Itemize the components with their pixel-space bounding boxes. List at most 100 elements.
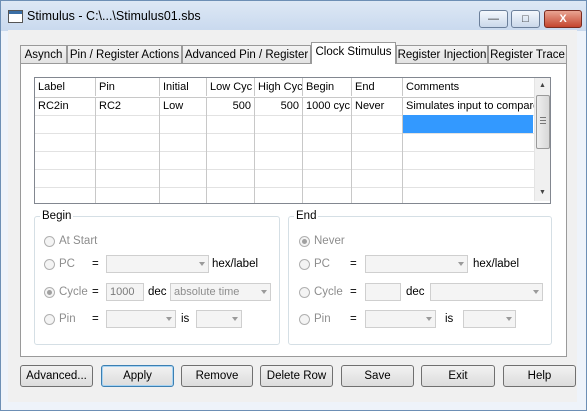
tab-asynch[interactable]: Asynch — [20, 45, 67, 64]
table-row[interactable] — [35, 187, 535, 203]
selected-cell[interactable] — [403, 115, 533, 133]
cell-empty[interactable] — [403, 187, 535, 203]
cell-empty[interactable] — [403, 169, 535, 187]
cell-empty[interactable] — [96, 151, 160, 169]
scroll-thumb[interactable] — [536, 95, 550, 149]
cell-empty[interactable] — [303, 115, 352, 133]
table-row[interactable]: RC2in RC2 Low 500 500 1000 cyc Never Sim… — [35, 97, 535, 116]
cell-empty[interactable] — [303, 187, 352, 203]
cell-empty[interactable] — [255, 169, 303, 187]
grid-header-low-cyc[interactable]: Low Cyc — [207, 78, 255, 96]
end-pin-radio[interactable] — [299, 314, 310, 325]
cell-empty[interactable] — [303, 169, 352, 187]
cell-empty[interactable] — [160, 133, 207, 151]
cell-empty[interactable] — [255, 133, 303, 151]
cell-empty[interactable] — [255, 151, 303, 169]
close-button[interactable]: X — [544, 10, 582, 28]
maximize-button[interactable]: □ — [511, 10, 540, 28]
tab-register-injection[interactable]: Register Injection — [396, 45, 488, 64]
cell-low-cyc[interactable]: 500 — [207, 97, 255, 115]
table-row[interactable] — [35, 151, 535, 170]
cell-empty[interactable] — [207, 115, 255, 133]
cell-empty[interactable] — [403, 133, 535, 151]
apply-button[interactable]: Apply — [101, 365, 174, 387]
cell-initial[interactable]: Low — [160, 97, 207, 115]
begin-time-mode-combo[interactable]: absolute time — [170, 283, 271, 301]
cell-comments[interactable]: Simulates input to compare — [403, 97, 535, 115]
clock-stimulus-grid[interactable]: Label Pin Initial Low Cyc High Cyc Begin… — [34, 77, 551, 204]
cell-empty[interactable] — [160, 115, 207, 133]
end-cycle-radio[interactable] — [299, 287, 310, 298]
grid-header-begin[interactable]: Begin — [303, 78, 352, 96]
cell-empty[interactable] — [160, 187, 207, 203]
grid-vertical-scrollbar[interactable]: ▲ ▼ — [534, 78, 550, 201]
scroll-up-arrow-icon[interactable]: ▲ — [535, 78, 550, 94]
cell-empty[interactable] — [35, 133, 96, 151]
cell-empty[interactable] — [35, 187, 96, 203]
begin-pin-combo[interactable] — [106, 310, 176, 328]
cell-empty[interactable] — [160, 169, 207, 187]
cell-empty[interactable] — [96, 133, 160, 151]
cell-empty[interactable] — [96, 187, 160, 203]
tab-register-trace[interactable]: Register Trace — [488, 45, 567, 64]
cell-pin[interactable]: RC2 — [96, 97, 160, 115]
table-row[interactable] — [35, 115, 535, 134]
tab-clock-stimulus[interactable]: Clock Stimulus — [311, 42, 396, 64]
end-never-radio[interactable] — [299, 236, 310, 247]
cell-empty[interactable] — [207, 151, 255, 169]
grid-header-initial[interactable]: Initial — [160, 78, 207, 96]
cell-empty[interactable] — [352, 151, 403, 169]
cell-empty[interactable] — [35, 169, 96, 187]
cell-empty[interactable] — [207, 187, 255, 203]
end-pc-combo[interactable] — [365, 255, 468, 273]
advanced-button[interactable]: Advanced... — [20, 365, 93, 387]
cell-empty[interactable] — [35, 151, 96, 169]
cell-empty[interactable] — [352, 169, 403, 187]
begin-cycle-input[interactable]: 1000 — [106, 283, 144, 301]
end-time-mode-combo[interactable] — [430, 283, 543, 301]
remove-button[interactable]: Remove — [181, 365, 253, 387]
cell-empty[interactable] — [96, 115, 160, 133]
cell-end[interactable]: Never — [352, 97, 403, 115]
grid-header-high-cyc[interactable]: High Cyc — [255, 78, 303, 96]
grid-header-comments[interactable]: Comments — [403, 78, 535, 96]
tab-pin-register-actions[interactable]: Pin / Register Actions — [67, 45, 182, 64]
cell-high-cyc[interactable]: 500 — [255, 97, 303, 115]
grid-header-label[interactable]: Label — [35, 78, 96, 96]
cell-empty[interactable] — [96, 169, 160, 187]
cell-empty[interactable] — [403, 151, 535, 169]
scroll-down-arrow-icon[interactable]: ▼ — [535, 185, 550, 201]
end-pin-state-combo[interactable] — [463, 310, 516, 328]
help-button[interactable]: Help — [503, 365, 576, 387]
tab-advanced-pin-register[interactable]: Advanced Pin / Register — [182, 45, 311, 64]
cell-begin[interactable]: 1000 cyc — [303, 97, 352, 115]
cell-label[interactable]: RC2in — [35, 97, 96, 115]
cell-empty[interactable] — [352, 187, 403, 203]
exit-button[interactable]: Exit — [421, 365, 495, 387]
cell-empty[interactable] — [303, 151, 352, 169]
begin-pc-radio[interactable] — [44, 259, 55, 270]
cell-empty[interactable] — [255, 187, 303, 203]
cell-empty[interactable] — [207, 133, 255, 151]
table-row[interactable] — [35, 169, 535, 188]
cell-empty[interactable] — [255, 115, 303, 133]
begin-at-start-radio[interactable] — [44, 236, 55, 247]
end-cycle-input[interactable] — [365, 283, 401, 301]
minimize-button[interactable]: — — [479, 10, 508, 28]
cell-empty[interactable] — [207, 169, 255, 187]
begin-pin-state-combo[interactable] — [196, 310, 242, 328]
cell-empty[interactable] — [35, 115, 96, 133]
end-pc-radio[interactable] — [299, 259, 310, 270]
grid-header-pin[interactable]: Pin — [96, 78, 160, 96]
begin-cycle-radio[interactable] — [44, 287, 55, 298]
delete-row-button[interactable]: Delete Row — [260, 365, 333, 387]
cell-empty[interactable] — [160, 151, 207, 169]
end-pin-combo[interactable] — [365, 310, 436, 328]
begin-pc-combo[interactable] — [106, 255, 209, 273]
begin-pin-radio[interactable] — [44, 314, 55, 325]
grid-header-end[interactable]: End — [352, 78, 403, 96]
cell-empty[interactable] — [352, 133, 403, 151]
cell-empty[interactable] — [352, 115, 403, 133]
table-row[interactable] — [35, 133, 535, 152]
title-bar[interactable]: Stimulus - C:\...\Stimulus01.sbs — □ X — [1, 1, 586, 31]
